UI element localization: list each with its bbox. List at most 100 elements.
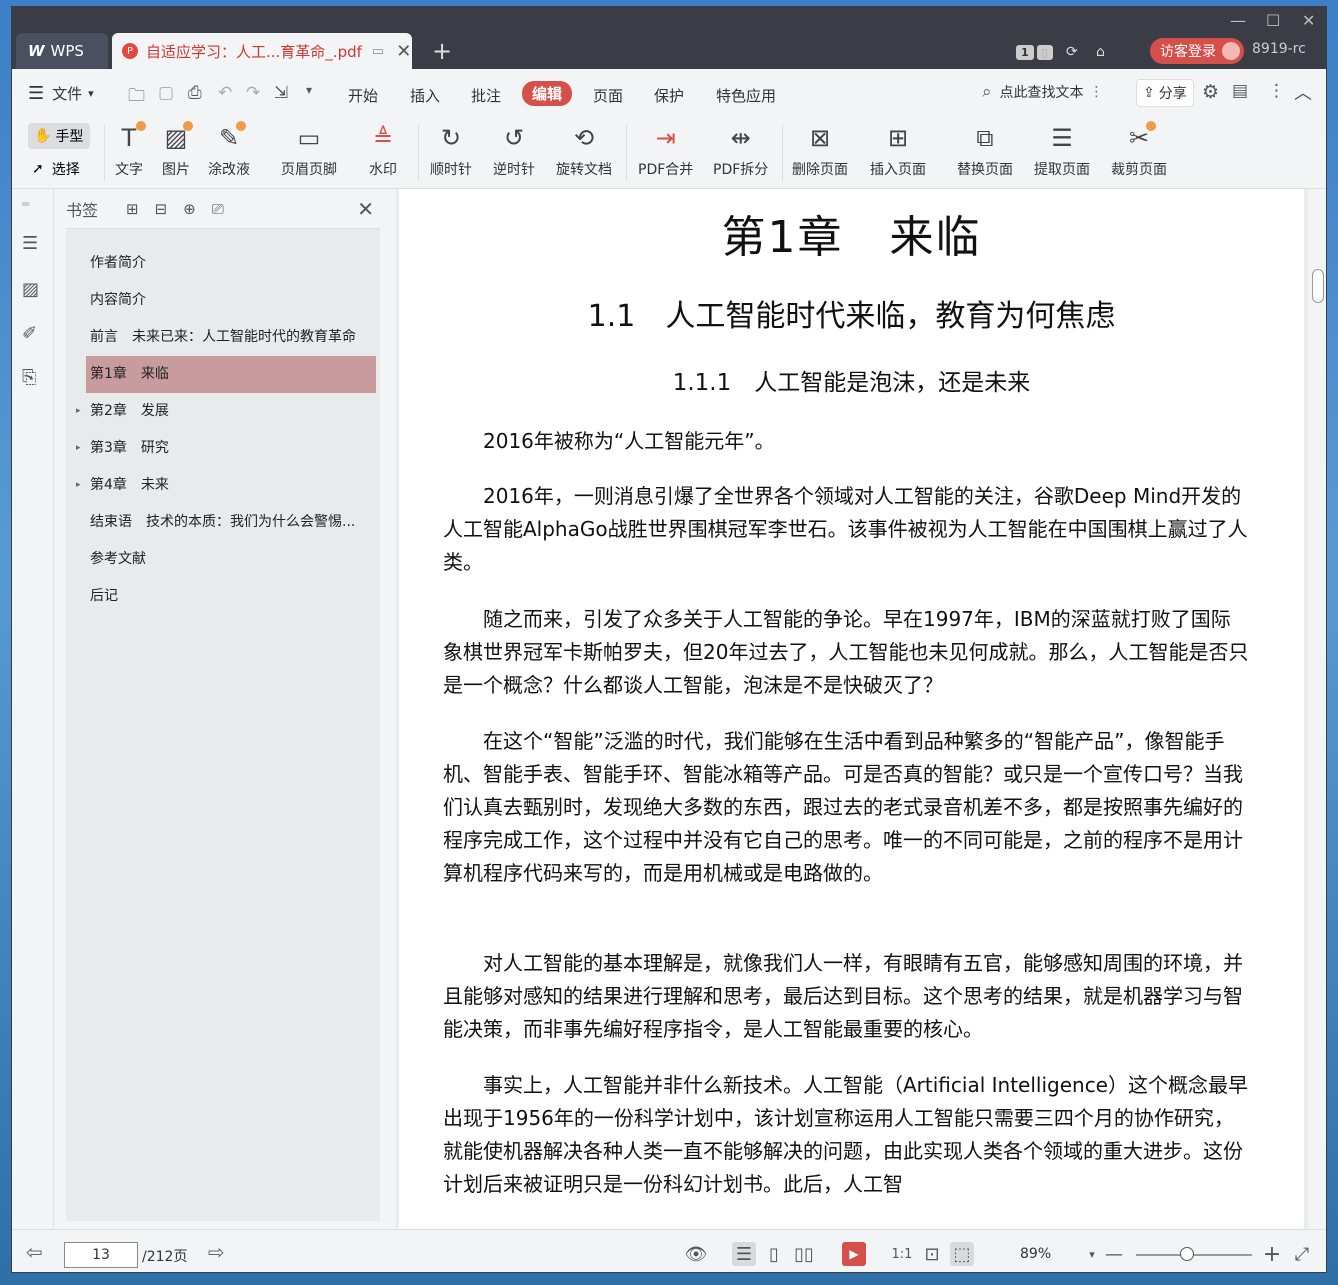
skin-icon[interactable]: ⌂ <box>1096 41 1105 63</box>
bookmark-item[interactable]: 前言 未来已来：人工智能时代的教育革命 <box>66 319 380 356</box>
header-footer-button[interactable]: ▭ 页眉页脚 <box>281 121 337 179</box>
watermark-button[interactable]: ≜ 水印 <box>368 121 398 179</box>
expand-caret-icon[interactable]: ▸ <box>76 430 81 467</box>
tab-special-apps[interactable]: 特色应用 <box>706 83 786 108</box>
title-bar: — ☐ ✕ W WPS P 自适应学习：人工...育革命_.pdf ▭ ✕ + … <box>12 7 1326 69</box>
tab-start[interactable]: 开始 <box>338 83 388 108</box>
gear-icon[interactable]: ⚙ <box>1202 81 1219 103</box>
expand-all-icon[interactable]: ⊞ <box>126 200 139 218</box>
close-window-icon[interactable]: ✕ <box>1302 11 1315 30</box>
zoom-slider[interactable] <box>1136 1247 1252 1261</box>
more-icon[interactable]: ⋮ <box>1268 81 1285 101</box>
crop-page-button[interactable]: ✂ 裁剪页面 <box>1111 121 1167 179</box>
sync-icon[interactable]: ⟳ <box>1066 41 1078 63</box>
window-count[interactable]: 1 ▯ <box>1016 41 1053 63</box>
comment-icon[interactable]: ▤ <box>1232 81 1248 101</box>
continuous-view-icon[interactable]: ☰ <box>732 1242 756 1266</box>
thumbnail-icon[interactable]: ▨ <box>22 279 39 300</box>
chevron-down-icon: ▾ <box>88 87 94 100</box>
drag-handle-icon[interactable]: ═ <box>22 197 29 211</box>
add-bookmark-icon[interactable]: ⊕ <box>183 200 196 218</box>
undo-icon[interactable]: ↶ <box>218 83 232 103</box>
page-number-input[interactable]: 13 <box>64 1242 138 1268</box>
expand-caret-icon[interactable]: ▸ <box>76 393 81 430</box>
zoom-out-icon[interactable]: — <box>1102 1242 1126 1266</box>
more-vertical-icon[interactable]: ⋮ <box>1090 84 1104 100</box>
double-page-icon[interactable]: ▯▯ <box>792 1242 816 1266</box>
pdf-merge-button[interactable]: ⇥ PDF合并 <box>638 121 693 179</box>
delete-page-button[interactable]: ⊠ 删除页面 <box>792 121 848 179</box>
tab-page[interactable]: 页面 <box>583 83 633 108</box>
replace-page-button[interactable]: ⧉ 替换页面 <box>957 121 1013 179</box>
single-page-icon[interactable]: ▯ <box>762 1242 786 1266</box>
redo-icon[interactable]: ↷ <box>246 83 260 103</box>
insert-page-button[interactable]: ⊞ 插入页面 <box>870 121 926 179</box>
hand-tool-button[interactable]: ✋ 手型 <box>28 123 90 149</box>
tab-edit[interactable]: 编辑 <box>522 81 573 106</box>
save-icon[interactable]: ▢ <box>158 83 174 103</box>
play-icon[interactable]: ▶ <box>842 1242 866 1266</box>
monitor-icon[interactable]: ▭ <box>372 44 384 59</box>
export-icon[interactable]: ⇲ <box>274 83 288 103</box>
collapse-ribbon-icon[interactable]: ︿ <box>1294 79 1312 105</box>
bookmark-panel: 书签 ⊞ ⊟ ⊕ ⎚ ✕ 作者简介 内容简介 前言 未来已来：人工智能时代的教育… <box>66 189 380 1221</box>
file-menu[interactable]: ☰ 文件 ▾ <box>28 83 94 104</box>
close-tab-icon[interactable]: ✕ <box>396 41 411 62</box>
zoom-slider-handle[interactable] <box>1180 1247 1194 1261</box>
bookmark-panel-header: 书签 ⊞ ⊟ ⊕ ⎚ ✕ <box>66 189 380 229</box>
zoom-level[interactable]: 89% <box>1020 1246 1051 1262</box>
expand-caret-icon[interactable]: ▸ <box>76 467 81 504</box>
document-tab[interactable]: P 自适应学习：人工...育革命_.pdf ▭ ✕ <box>112 33 412 69</box>
open-folder-icon[interactable]: 🗀 <box>128 83 145 112</box>
next-page-icon[interactable]: ⇨ <box>208 1240 225 1264</box>
rotate-counterclockwise-button[interactable]: ↺ 逆时针 <box>493 121 535 179</box>
bookmark-item-active[interactable]: ▸第1章 来临 <box>86 356 376 393</box>
bookmark-item[interactable]: 内容简介 <box>66 282 380 319</box>
find-text[interactable]: ⌕ 点此查找文本 ⋮ <box>982 82 1104 102</box>
bookmark-item[interactable]: 结束语 技术的本质：我们为什么会警惕... <box>66 504 380 541</box>
attachment-icon[interactable]: ⎘ <box>22 367 36 388</box>
bookmark-item[interactable]: 参考文献 <box>66 541 380 578</box>
fullscreen-icon[interactable]: ⤢ <box>1290 1242 1314 1266</box>
bookmark-item[interactable]: ▸ 第3章 研究 <box>66 430 380 467</box>
tab-annotate[interactable]: 批注 <box>461 83 511 108</box>
document-tab-label: 自适应学习：人工...育革命_.pdf <box>146 42 362 61</box>
bookmark-icon[interactable]: ⎚ <box>212 200 224 218</box>
tab-protect[interactable]: 保护 <box>644 83 694 108</box>
close-panel-icon[interactable]: ✕ <box>357 197 374 221</box>
actual-size-icon[interactable]: 1:1 <box>890 1242 914 1266</box>
minimize-icon[interactable]: — <box>1230 11 1246 30</box>
share-button[interactable]: ⇪ 分享 <box>1136 79 1194 107</box>
more-quick-access-icon[interactable]: ▾ <box>306 83 312 97</box>
tab-insert[interactable]: 插入 <box>400 83 450 108</box>
edit-image-button[interactable]: ▨ 图片 <box>161 121 193 179</box>
eye-protection-icon[interactable]: 👁 <box>684 1242 708 1266</box>
edit-text-button[interactable]: T 文字 <box>114 121 146 179</box>
scrollbar-thumb[interactable] <box>1312 269 1324 303</box>
guest-login-button[interactable]: 访客登录 <box>1150 38 1244 64</box>
wps-home-tab[interactable]: W WPS <box>16 33 108 69</box>
ribbon-separator <box>782 125 783 181</box>
print-icon[interactable]: ⎙ <box>188 83 202 103</box>
fit-page-icon[interactable]: ⊡ <box>920 1242 944 1266</box>
rotate-document-button[interactable]: ⟲ 旋转文档 <box>556 121 612 179</box>
pdf-split-button[interactable]: ⇹ PDF拆分 <box>713 121 768 179</box>
annotation-icon[interactable]: ✐ <box>22 323 37 344</box>
zoom-dropdown-icon[interactable]: ▾ <box>1080 1242 1104 1266</box>
previous-page-icon[interactable]: ⇦ <box>26 1240 43 1264</box>
bookmark-item[interactable]: 作者简介 <box>66 245 380 282</box>
fit-width-icon[interactable]: ⬚ <box>950 1242 974 1266</box>
vertical-scrollbar[interactable] <box>1308 189 1326 1229</box>
zoom-in-icon[interactable]: + <box>1260 1242 1284 1267</box>
bookmark-item[interactable]: 后记 <box>66 578 380 615</box>
new-tab-icon[interactable]: + <box>432 37 452 65</box>
maximize-icon[interactable]: ☐ <box>1266 11 1280 30</box>
bookmark-item[interactable]: ▸ 第2章 发展 <box>66 393 380 430</box>
correction-fluid-button[interactable]: ✎ 涂改液 <box>208 121 250 179</box>
collapse-all-icon[interactable]: ⊟ <box>155 200 168 218</box>
bookmark-item[interactable]: ▸ 第4章 未来 <box>66 467 380 504</box>
select-tool-button[interactable]: ➚ 选择 <box>32 159 80 179</box>
extract-page-button[interactable]: ☰ 提取页面 <box>1034 121 1090 179</box>
rotate-clockwise-button[interactable]: ↻ 顺时针 <box>430 121 472 179</box>
outline-icon[interactable]: ☰ <box>22 233 38 254</box>
